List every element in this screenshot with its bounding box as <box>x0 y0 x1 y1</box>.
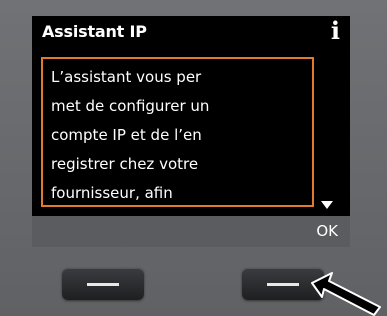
message-line: compte IP et de l’en <box>51 126 202 144</box>
info-icon: i <box>330 16 340 45</box>
left-softkey-button[interactable] <box>62 268 144 300</box>
pointer-arrow-icon <box>311 272 381 316</box>
message-text-box: L’assistant vous per met de configurer u… <box>41 57 314 207</box>
message-line: L’assistant vous per <box>51 68 202 86</box>
message-line: fournisseur, afin <box>51 184 173 202</box>
right-softkey-dash-icon <box>267 283 299 286</box>
left-softkey-dash-icon <box>87 283 119 286</box>
softkey-bar: OK <box>32 216 350 247</box>
scroll-down-arrow-icon[interactable] <box>321 201 333 209</box>
softkey-right-label[interactable]: OK <box>316 222 338 240</box>
message-line: registrer chez votre <box>51 155 199 173</box>
screen-title: Assistant IP <box>42 22 147 41</box>
title-bar: Assistant IP i <box>32 16 350 46</box>
message-line: met de configurer un <box>51 97 210 115</box>
display-screen: Assistant IP i L’assistant vous per met … <box>32 16 350 216</box>
